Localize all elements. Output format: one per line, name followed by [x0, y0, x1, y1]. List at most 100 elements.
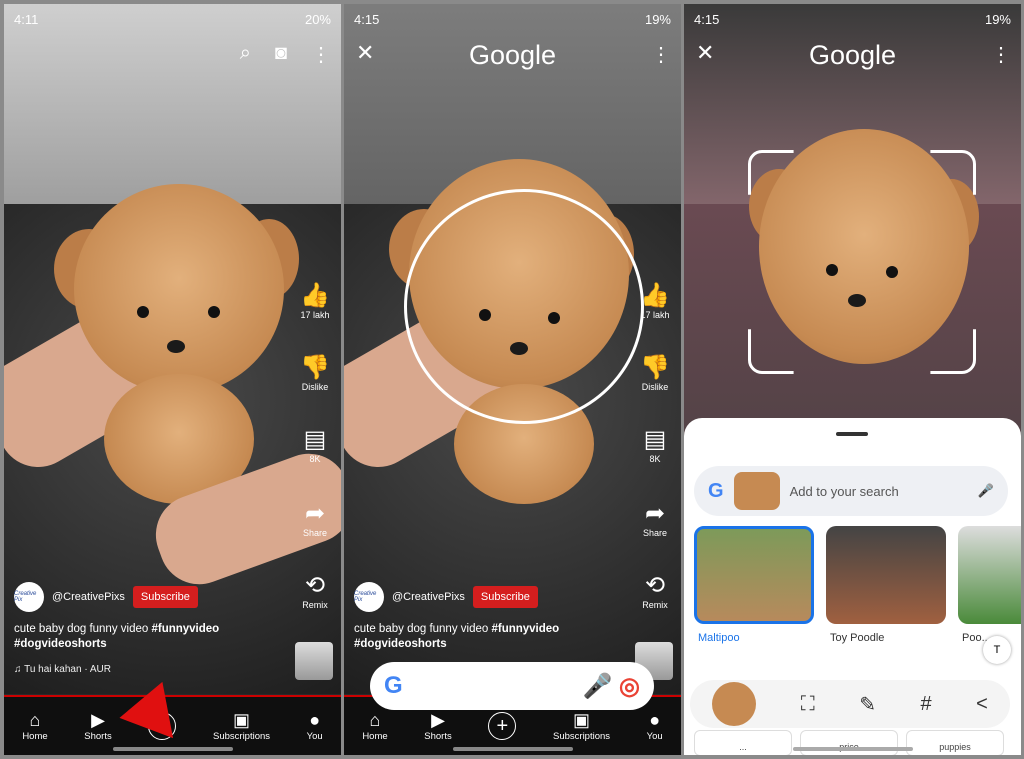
dislike-label: Dislike: [641, 382, 669, 392]
more-icon[interactable]: ⋮: [991, 42, 1011, 67]
dislike-button[interactable]: 👎 Dislike: [295, 354, 335, 392]
dog-eye: [208, 306, 220, 318]
like-count: 17 lakh: [640, 310, 670, 320]
subscriptions-icon: ▣: [573, 710, 591, 730]
comments-button[interactable]: ▤ 8K: [635, 426, 675, 464]
music-title: Tu hai kahan · AUR: [24, 664, 112, 675]
screenshot-thumbnail[interactable]: [712, 682, 757, 726]
channel-name[interactable]: @CreativePixs: [52, 591, 125, 603]
more-icon[interactable]: ⋮: [651, 42, 671, 67]
nav-subscriptions[interactable]: ▣ Subscriptions: [213, 710, 270, 742]
result-card[interactable]: Poo...: [958, 526, 1021, 644]
remix-button[interactable]: ⟲ Remix: [635, 572, 675, 610]
channel-avatar[interactable]: Creative Pix: [354, 582, 384, 612]
subscribe-button[interactable]: Subscribe: [132, 586, 198, 608]
result-image: [694, 526, 814, 624]
nav-home[interactable]: ⌂ Home: [22, 710, 47, 742]
channel-name[interactable]: @CreativePixs: [392, 591, 465, 603]
edit-crop-icon[interactable]: ✎: [859, 692, 876, 717]
nav-subscriptions[interactable]: ▣ Subscriptions: [553, 710, 610, 742]
microphone-icon[interactable]: 🎤: [582, 673, 612, 700]
camera-icon[interactable]: ◙: [275, 42, 287, 67]
google-search-bar[interactable]: G 🎤 ◎: [370, 662, 654, 710]
nav-label: You: [646, 731, 663, 742]
hashtag-icon[interactable]: #: [920, 693, 931, 716]
search-box[interactable]: G Add to your search 🎤: [694, 466, 1008, 516]
sound-thumbnail[interactable]: [295, 642, 333, 680]
status-bar: 4:11 20%: [4, 4, 341, 34]
status-time: 4:15: [354, 11, 380, 27]
share-arrow-icon: ➦: [644, 500, 666, 527]
like-button[interactable]: 👍 17 lakh: [635, 282, 675, 320]
close-icon[interactable]: ✕: [356, 40, 374, 66]
remix-button[interactable]: ⟲ Remix: [295, 572, 335, 610]
nav-shorts[interactable]: ▶ Shorts: [84, 710, 111, 742]
nav-label: Shorts: [424, 731, 452, 742]
remix-icon: ⟲: [304, 572, 326, 599]
text-select-icon[interactable]: T: [983, 636, 1011, 664]
thumbs-down-icon: 👎: [300, 354, 330, 381]
dislike-label: Dislike: [301, 382, 329, 392]
video-caption: cute baby dog funny video #funnyvideo #do…: [14, 622, 219, 652]
hashtag[interactable]: #funnyvideo: [151, 623, 219, 635]
sheet-drag-handle[interactable]: [836, 432, 868, 436]
status-bar: 4:15 19%: [684, 4, 1021, 34]
search-chip[interactable]: price: [800, 730, 898, 755]
video-caption: cute baby dog funny video #funnyvideo #do…: [354, 622, 559, 652]
dislike-button[interactable]: 👎 Dislike: [635, 354, 675, 392]
like-button[interactable]: 👍 17 lakh: [295, 282, 335, 320]
profile-avatar: ●: [309, 710, 321, 730]
nav-you[interactable]: ● You: [307, 710, 323, 742]
share-icon[interactable]: <: [976, 693, 988, 716]
result-card[interactable]: Toy Poodle: [826, 526, 946, 644]
music-info[interactable]: ♫ Tu hai kahan · AUR: [14, 664, 111, 675]
remix-icon: ⟲: [644, 572, 666, 599]
subscribe-button[interactable]: Subscribe: [472, 586, 538, 608]
nav-you[interactable]: ● You: [647, 710, 663, 742]
share-button[interactable]: ➦ Share: [635, 500, 675, 538]
results-sheet: G Add to your search 🎤 Maltipoo Toy Pood…: [684, 418, 1021, 755]
like-count: 17 lakh: [300, 310, 330, 320]
nav-label: Subscriptions: [213, 731, 271, 742]
youtube-shorts-panel: 4:11 20% ⌕ ◙ ⋮ 👍 17 lakh 👎 Dislike ▤ 8K ➦ Share…: [4, 4, 341, 755]
search-placeholder[interactable]: Add to your search: [790, 484, 968, 499]
channel-avatar[interactable]: Creative Pix: [14, 582, 44, 612]
hashtag[interactable]: #funnyvideo: [491, 623, 559, 635]
selection-circle[interactable]: [404, 189, 644, 424]
query-image-thumbnail[interactable]: [733, 472, 780, 510]
search-chip[interactable]: ...: [694, 730, 792, 755]
result-card[interactable]: Maltipoo: [694, 526, 814, 644]
nav-home[interactable]: ⌂ Home: [362, 710, 387, 742]
close-icon[interactable]: ✕: [696, 40, 714, 66]
thumbs-up-icon: 👍: [300, 282, 330, 309]
share-label: Share: [642, 528, 668, 538]
hashtag[interactable]: #dogvideoshorts: [354, 638, 447, 650]
shorts-icon: ▶: [431, 710, 445, 730]
plus-icon: +: [488, 712, 517, 740]
music-note-icon: ♫: [14, 664, 25, 675]
result-label: Toy Poodle: [830, 632, 885, 644]
hashtag[interactable]: #dogvideoshorts: [14, 638, 107, 650]
crop-selection-box[interactable]: [748, 150, 976, 374]
google-g-icon: G: [384, 672, 403, 699]
more-icon[interactable]: ⋮: [311, 42, 331, 67]
comments-button[interactable]: ▤ 8K: [295, 426, 335, 464]
search-icon[interactable]: ⌕: [240, 42, 251, 67]
scan-icon[interactable]: ⛶: [801, 693, 815, 716]
search-chip[interactable]: puppies: [906, 730, 1004, 755]
comment-count: 8K: [309, 454, 321, 464]
comment-icon: ▤: [643, 426, 667, 453]
microphone-icon[interactable]: 🎤: [978, 483, 994, 499]
nav-label: You: [306, 731, 323, 742]
create-button[interactable]: +: [488, 712, 517, 740]
share-button[interactable]: ➦ Share: [295, 500, 335, 538]
battery-level: 20%: [304, 11, 331, 27]
google-lens-results-panel: 4:15 19% ✕ Google ⋮ G Add to your search …: [684, 4, 1021, 755]
remix-label: Remix: [642, 600, 668, 610]
nav-shorts[interactable]: ▶ Shorts: [424, 710, 451, 742]
visual-matches: Maltipoo Toy Poodle Poo...: [694, 526, 1021, 644]
shorts-icon: ▶: [91, 710, 105, 730]
comment-count: 8K: [649, 454, 661, 464]
lens-icon[interactable]: ◎: [619, 673, 640, 700]
gesture-handle: [112, 747, 233, 751]
